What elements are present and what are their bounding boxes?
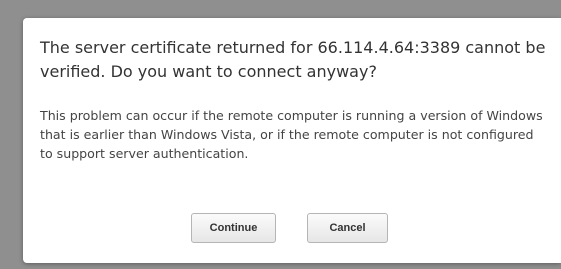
continue-button[interactable]: Continue [191,213,276,243]
dialog-heading: The server certificate returned for 66.1… [40,38,546,81]
certificate-warning-dialog: The server certificate returned for 66.1… [23,18,561,263]
cancel-button[interactable]: Cancel [307,213,388,243]
dialog-message: This problem can occur if the remote com… [40,108,543,161]
